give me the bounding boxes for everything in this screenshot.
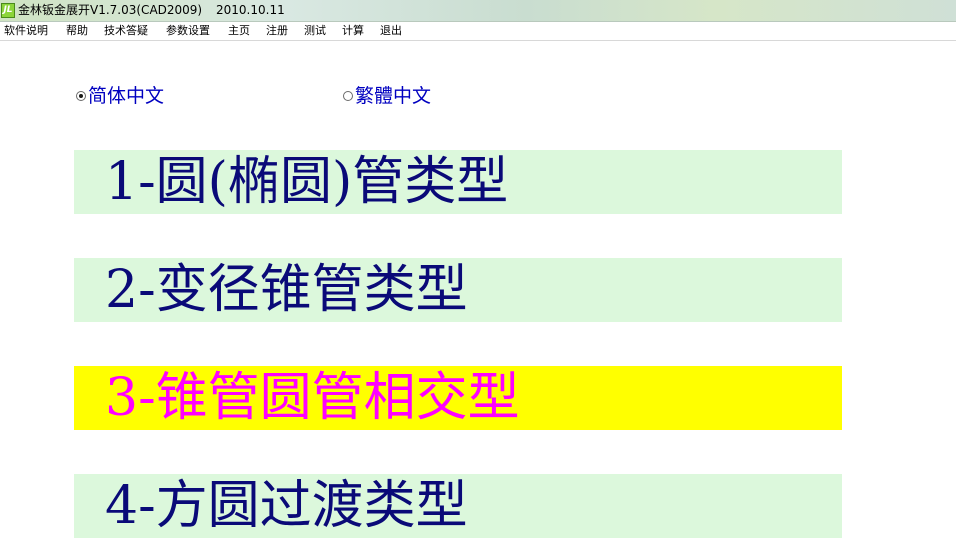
menu-item-settings[interactable]: 参数设置 (166, 23, 210, 39)
radio-label-traditional: 繁體中文 (355, 85, 432, 107)
radio-simplified-chinese[interactable]: 简体中文 (76, 85, 164, 107)
radio-unchecked-icon[interactable] (343, 91, 353, 101)
menu-item-tech-support[interactable]: 技术答疑 (104, 23, 148, 39)
type-button-reducer-cone[interactable]: 2-变径锥管类型 (74, 258, 842, 322)
window-date: 2010.10.11 (216, 3, 285, 17)
window-title: 金林钣金展开V1.7.03(CAD2009) (18, 3, 203, 17)
menu-item-help[interactable]: 帮助 (66, 23, 88, 39)
menu-item-home[interactable]: 主页 (228, 23, 250, 39)
type-button-cone-pipe-intersect[interactable]: 3-锥管圆管相交型 (74, 366, 842, 430)
menu-item-register[interactable]: 注册 (266, 23, 288, 39)
menu-item-calculate[interactable]: 计算 (342, 23, 364, 39)
app-logo-icon: JL (1, 3, 15, 18)
radio-checked-icon[interactable] (76, 91, 86, 101)
radio-traditional-chinese[interactable]: 繁體中文 (343, 85, 431, 107)
type-button-round-pipe[interactable]: 1-圆(椭圆)管类型 (74, 150, 842, 214)
menu-item-test[interactable]: 测试 (304, 23, 326, 39)
menu-item-exit[interactable]: 退出 (380, 23, 402, 39)
type-button-square-to-round[interactable]: 4-方圆过渡类型 (74, 474, 842, 538)
menu-item-software-info[interactable]: 软件说明 (4, 23, 48, 39)
radio-label-simplified: 简体中文 (88, 85, 165, 107)
menu-bar: 软件说明 帮助 技术答疑 参数设置 主页 注册 测试 计算 退出 (0, 22, 956, 41)
title-bar: JL 金林钣金展开V1.7.03(CAD2009) 2010.10.11 (0, 0, 956, 22)
